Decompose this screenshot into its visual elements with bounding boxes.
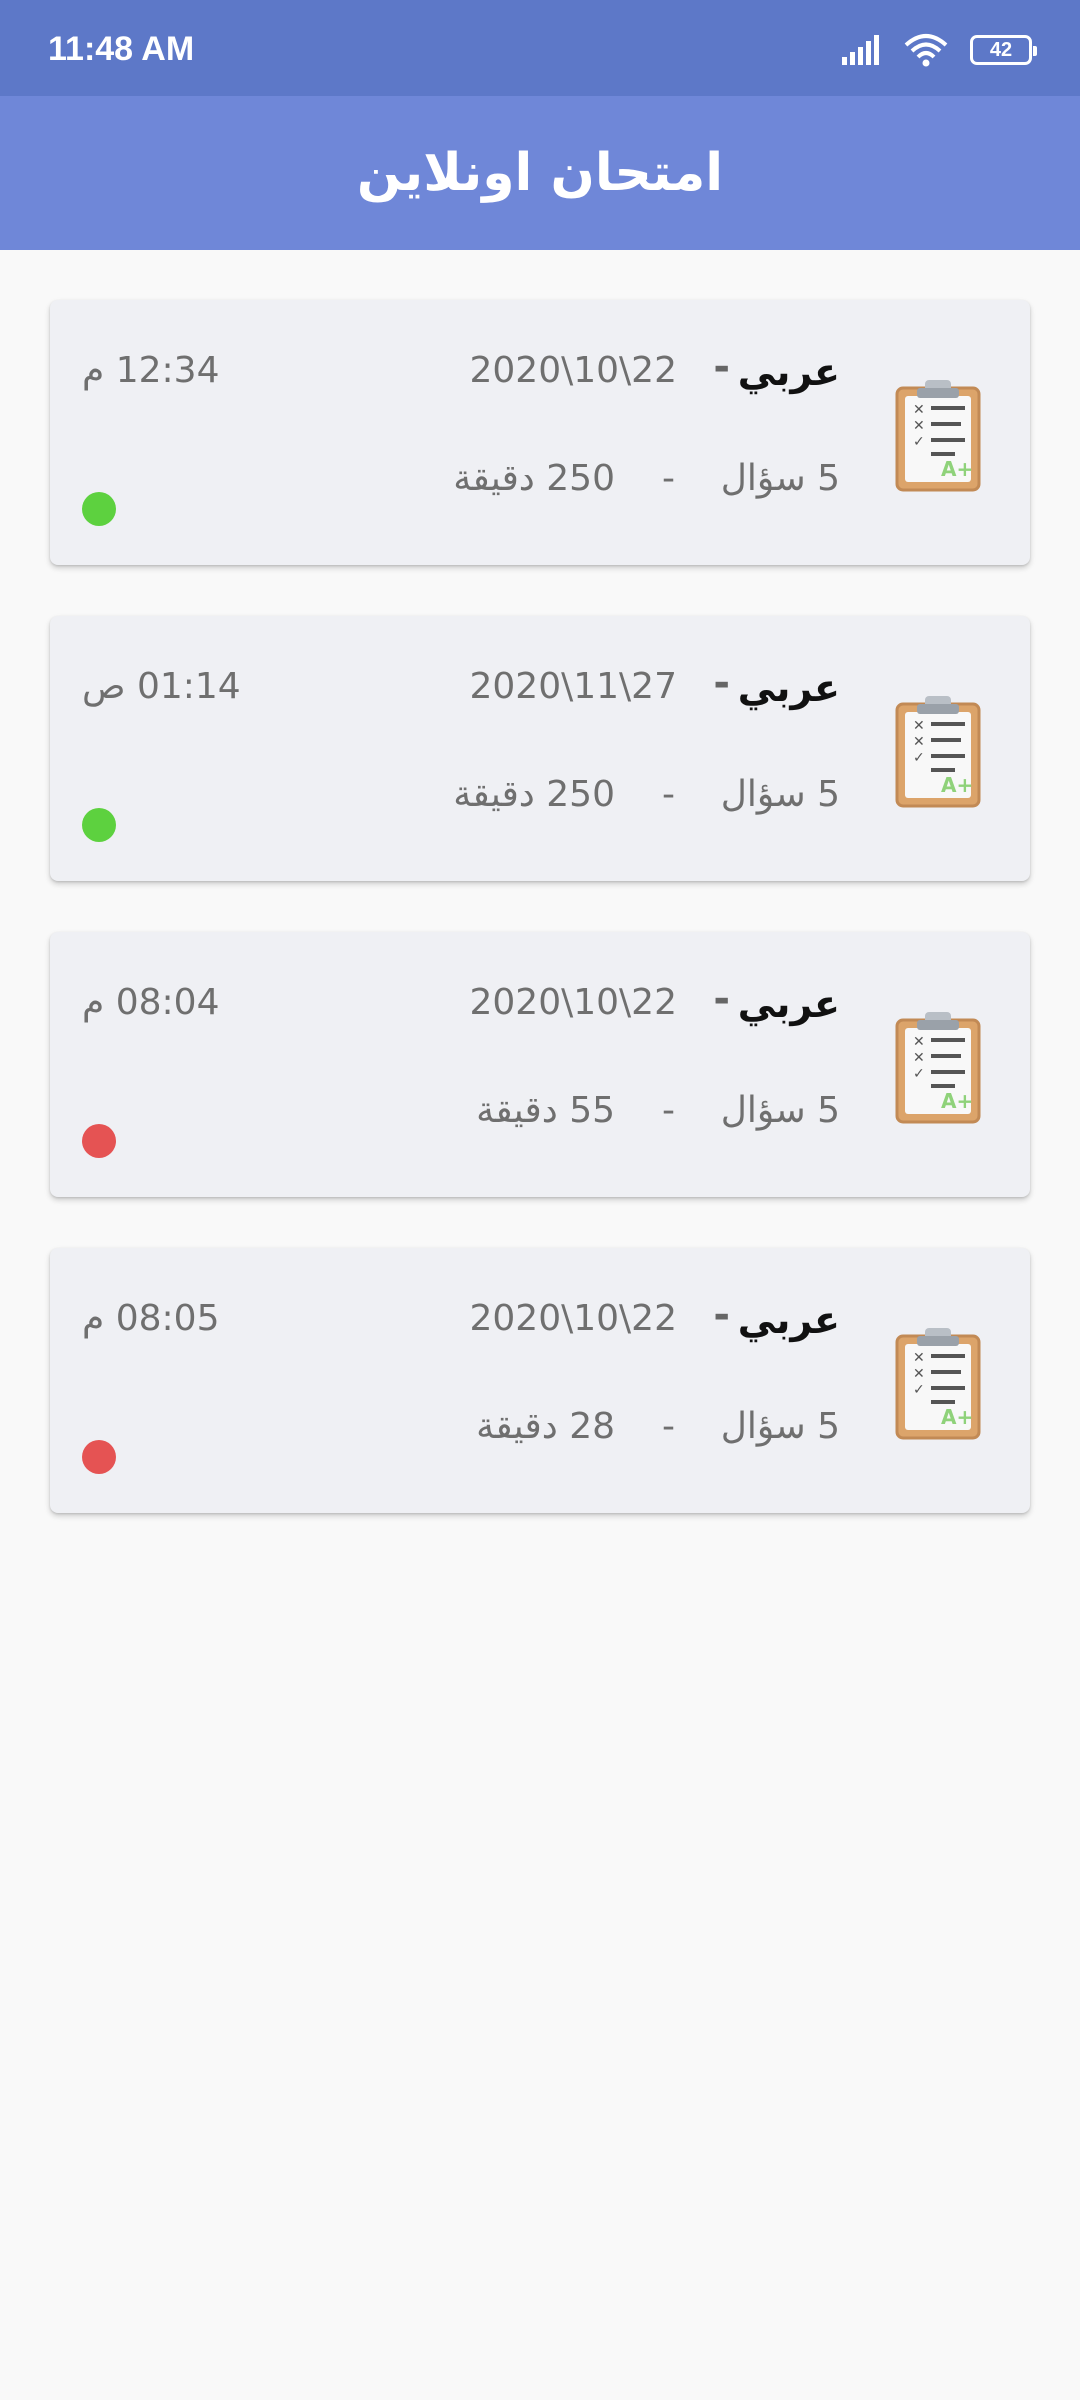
exam-questions: 5 سؤال <box>720 774 840 815</box>
svg-text:✓: ✓ <box>913 750 925 766</box>
separator: - <box>713 976 730 1022</box>
status-icons: 42 <box>842 30 1037 70</box>
exam-subject: عربي <box>737 1298 840 1342</box>
exam-duration: 250 دقيقة <box>453 458 615 499</box>
svg-text:✕: ✕ <box>913 734 925 750</box>
exam-subject: عربي <box>737 666 840 710</box>
separator: - <box>662 774 675 815</box>
clipboard-icon: ✕ ✕ ✓ A+ <box>895 1012 981 1124</box>
exam-card[interactable]: ✕ ✕ ✓ A+ عربي - 2020\11\27 01:14 ص 5 سؤا… <box>50 616 1030 881</box>
exam-time: 08:04 م <box>82 982 220 1023</box>
wifi-icon <box>904 34 948 67</box>
battery-icon: 42 <box>970 35 1037 65</box>
status-indicator <box>82 808 116 842</box>
exam-date: 2020\10\22 <box>469 1298 678 1339</box>
separator: - <box>662 1090 675 1131</box>
clipboard-icon: ✕ ✕ ✓ A+ <box>895 380 981 492</box>
svg-text:✕: ✕ <box>913 418 925 434</box>
exam-subject: عربي <box>737 982 840 1026</box>
svg-text:✓: ✓ <box>913 434 925 450</box>
status-indicator <box>82 492 116 526</box>
exam-date: 2020\11\27 <box>469 666 678 707</box>
exam-date: 2020\10\22 <box>469 982 678 1023</box>
clipboard-icon: ✕ ✕ ✓ A+ <box>895 696 981 808</box>
exam-card[interactable]: ✕ ✕ ✓ A+ عربي - 2020\10\22 08:05 م 5 سؤا… <box>50 1248 1030 1513</box>
svg-text:✕: ✕ <box>913 1366 925 1382</box>
exam-card[interactable]: ✕ ✕ ✓ A+ عربي - 2020\10\22 08:04 م 5 سؤا… <box>50 932 1030 1197</box>
separator: - <box>662 1406 675 1447</box>
app-bar: امتحان اونلاين <box>0 96 1080 250</box>
svg-text:A+: A+ <box>941 457 973 481</box>
svg-text:✓: ✓ <box>913 1382 925 1398</box>
exam-duration: 28 دقيقة <box>476 1406 615 1447</box>
exam-list: ✕ ✕ ✓ A+ عربي - 2020\10\22 12:34 م 5 سؤا… <box>50 300 1030 1564</box>
svg-text:✓: ✓ <box>913 1066 925 1082</box>
svg-text:✕: ✕ <box>913 1350 925 1366</box>
separator: - <box>662 458 675 499</box>
separator: - <box>713 660 730 706</box>
status-time: 11:48 AM <box>48 30 195 68</box>
svg-text:✕: ✕ <box>913 1034 925 1050</box>
svg-text:A+: A+ <box>941 1089 973 1113</box>
status-bar: 11:48 AM 42 <box>0 0 1080 96</box>
exam-subject: عربي <box>737 350 840 394</box>
exam-questions: 5 سؤال <box>720 1090 840 1131</box>
exam-date: 2020\10\22 <box>469 350 678 391</box>
exam-card[interactable]: ✕ ✕ ✓ A+ عربي - 2020\10\22 12:34 م 5 سؤا… <box>50 300 1030 565</box>
battery-level: 42 <box>989 38 1013 61</box>
svg-text:✕: ✕ <box>913 402 925 418</box>
exam-time: 01:14 ص <box>82 666 241 707</box>
exam-questions: 5 سؤال <box>720 1406 840 1447</box>
exam-duration: 250 دقيقة <box>453 774 615 815</box>
separator: - <box>713 344 730 390</box>
page-title: امتحان اونلاين <box>356 143 724 203</box>
status-indicator <box>82 1124 116 1158</box>
exam-time: 12:34 م <box>82 350 220 391</box>
separator: - <box>713 1292 730 1338</box>
exam-questions: 5 سؤال <box>720 458 840 499</box>
exam-duration: 55 دقيقة <box>476 1090 615 1131</box>
status-indicator <box>82 1440 116 1474</box>
svg-text:A+: A+ <box>941 773 973 797</box>
svg-text:A+: A+ <box>941 1405 973 1429</box>
svg-text:✕: ✕ <box>913 1050 925 1066</box>
exam-time: 08:05 م <box>82 1298 220 1339</box>
svg-text:✕: ✕ <box>913 718 925 734</box>
signal-icon <box>842 35 879 65</box>
clipboard-icon: ✕ ✕ ✓ A+ <box>895 1328 981 1440</box>
